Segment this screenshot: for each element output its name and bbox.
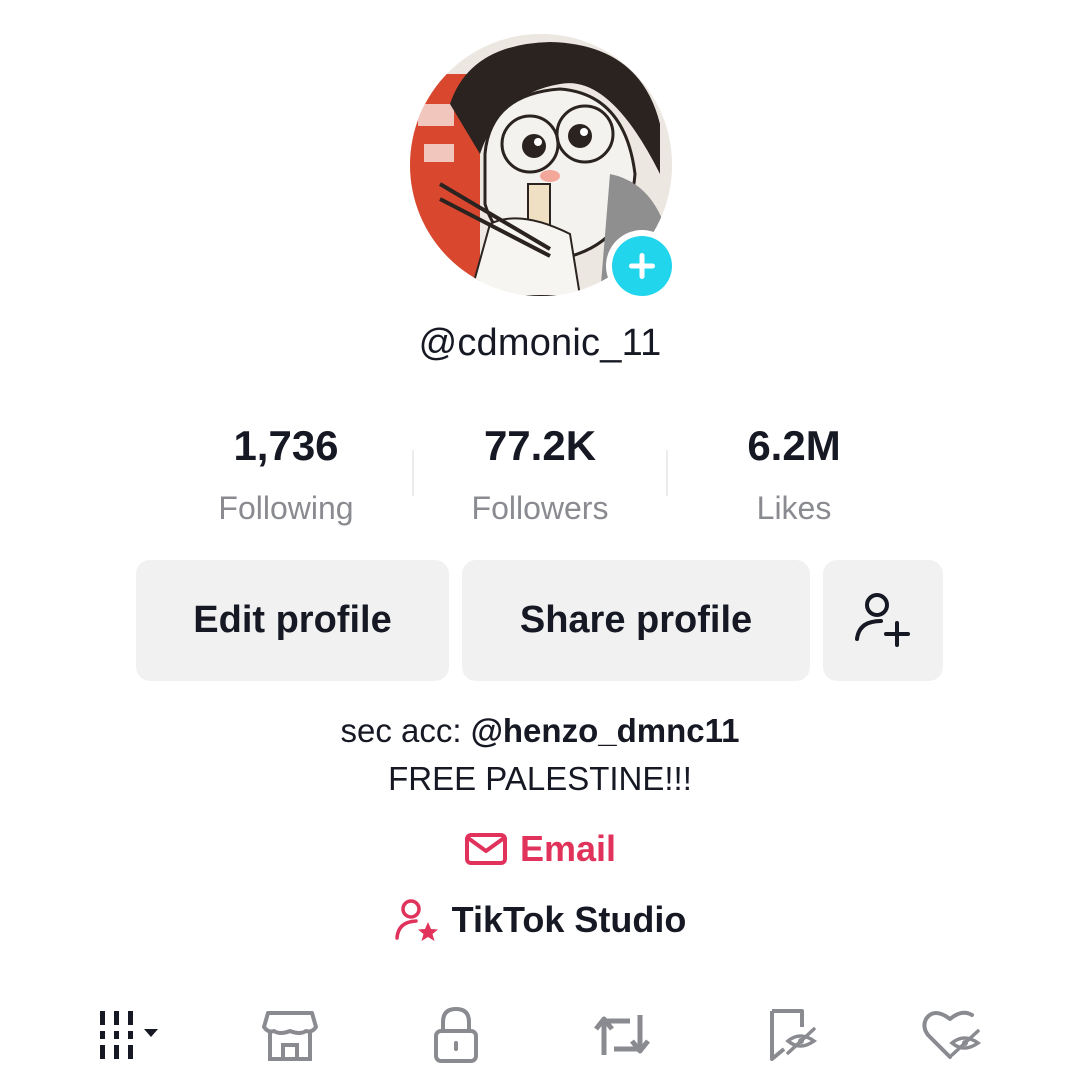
tab-liked[interactable] [912,1000,992,1070]
stat-divider [666,450,668,496]
bio-line-2: FREE PALESTINE!!! [388,760,692,797]
edit-profile-button[interactable]: Edit profile [136,560,449,681]
content-tab-bar [0,1000,1080,1070]
stat-divider [412,450,414,496]
tab-videos[interactable] [90,1000,170,1070]
stats-row: 1,736 Following 77.2K Followers 6.2M Lik… [160,418,920,538]
bookmark-hidden-icon [770,1009,818,1061]
tiktok-studio-label: TikTok Studio [451,899,687,940]
bio-prefix: sec acc: [340,712,471,749]
stat-likes[interactable]: 6.2M Likes [668,418,920,530]
grid-icon [100,1011,158,1059]
email-link[interactable]: Email [0,828,1080,870]
stat-following[interactable]: 1,736 Following [160,418,412,530]
plus-icon [629,253,655,279]
share-profile-button[interactable]: Share profile [462,560,810,681]
username: @cdmonic_11 [418,322,662,364]
tab-favorites[interactable] [750,1000,830,1070]
bio-handle-link[interactable]: @henzo_dmnc11 [471,712,740,749]
avatar-container[interactable] [410,34,678,302]
stat-likes-value: 6.2M [747,422,841,469]
tab-private[interactable] [416,1000,496,1070]
bio-line-1: sec acc: @henzo_dmnc11 [0,712,1080,750]
tab-shop[interactable] [250,1000,330,1070]
shop-icon [262,1011,318,1061]
stat-followers-value: 77.2K [483,422,597,469]
heart-hidden-icon [922,1010,982,1059]
lock-icon [434,1006,478,1063]
add-friend-icon [855,592,910,647]
repost-icon [594,1015,650,1055]
stat-followers-label: Followers [471,490,609,526]
stat-followers[interactable]: 77.2K Followers [414,418,666,530]
stat-following-value: 1,736 [233,422,339,469]
creator-star-icon [394,899,438,941]
add-friends-button[interactable] [823,560,943,681]
email-label: Email [519,828,617,869]
tab-reposts[interactable] [582,1000,662,1070]
mail-icon [464,833,507,865]
stat-following-label: Following [218,490,354,526]
add-avatar-button[interactable] [606,230,678,302]
stat-likes-label: Likes [756,490,832,526]
tiktok-studio-link[interactable]: TikTok Studio [0,898,1080,942]
